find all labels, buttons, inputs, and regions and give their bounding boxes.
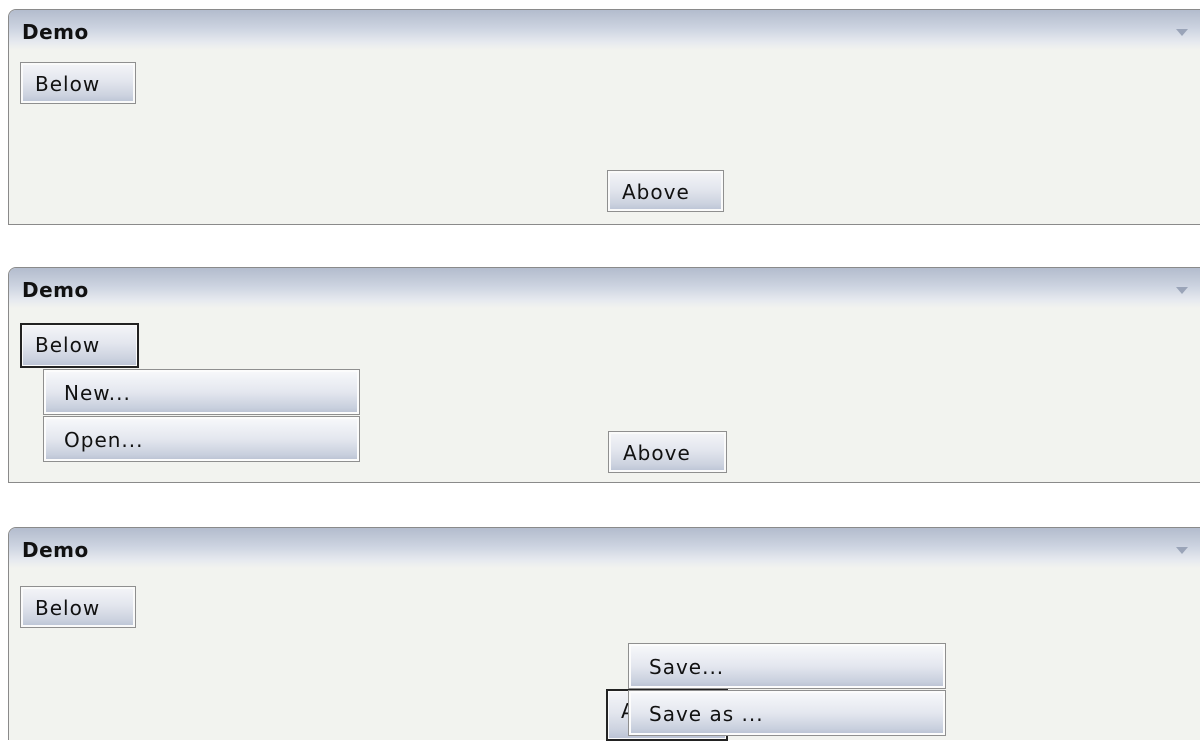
demo-panel-3: Demo Below Above Save... Save as ... — [8, 527, 1200, 741]
menu-item-save[interactable]: Save... — [628, 643, 946, 689]
below-button[interactable]: Below — [20, 62, 136, 104]
demo-panel-1: Demo Below Above — [8, 9, 1200, 225]
panel-header: Demo — [9, 528, 1200, 568]
above-button[interactable]: Above — [608, 431, 727, 473]
above-button[interactable]: Above — [607, 170, 724, 212]
panel-header: Demo — [9, 268, 1200, 308]
chevron-down-icon[interactable] — [1176, 287, 1188, 294]
menu-item-save-as[interactable]: Save as ... — [628, 690, 946, 736]
below-button[interactable]: Below — [20, 323, 139, 368]
panel-title: Demo — [22, 538, 89, 562]
panel-title: Demo — [22, 20, 89, 44]
below-button[interactable]: Below — [20, 586, 136, 628]
panel-header: Demo — [9, 10, 1200, 50]
menu-item-new[interactable]: New... — [43, 369, 360, 415]
menu-item-open[interactable]: Open... — [43, 416, 360, 462]
panel-title: Demo — [22, 278, 89, 302]
chevron-down-icon[interactable] — [1176, 29, 1188, 36]
demo-panel-2: Demo Below New... Open... Above — [8, 267, 1200, 483]
chevron-down-icon[interactable] — [1176, 547, 1188, 554]
